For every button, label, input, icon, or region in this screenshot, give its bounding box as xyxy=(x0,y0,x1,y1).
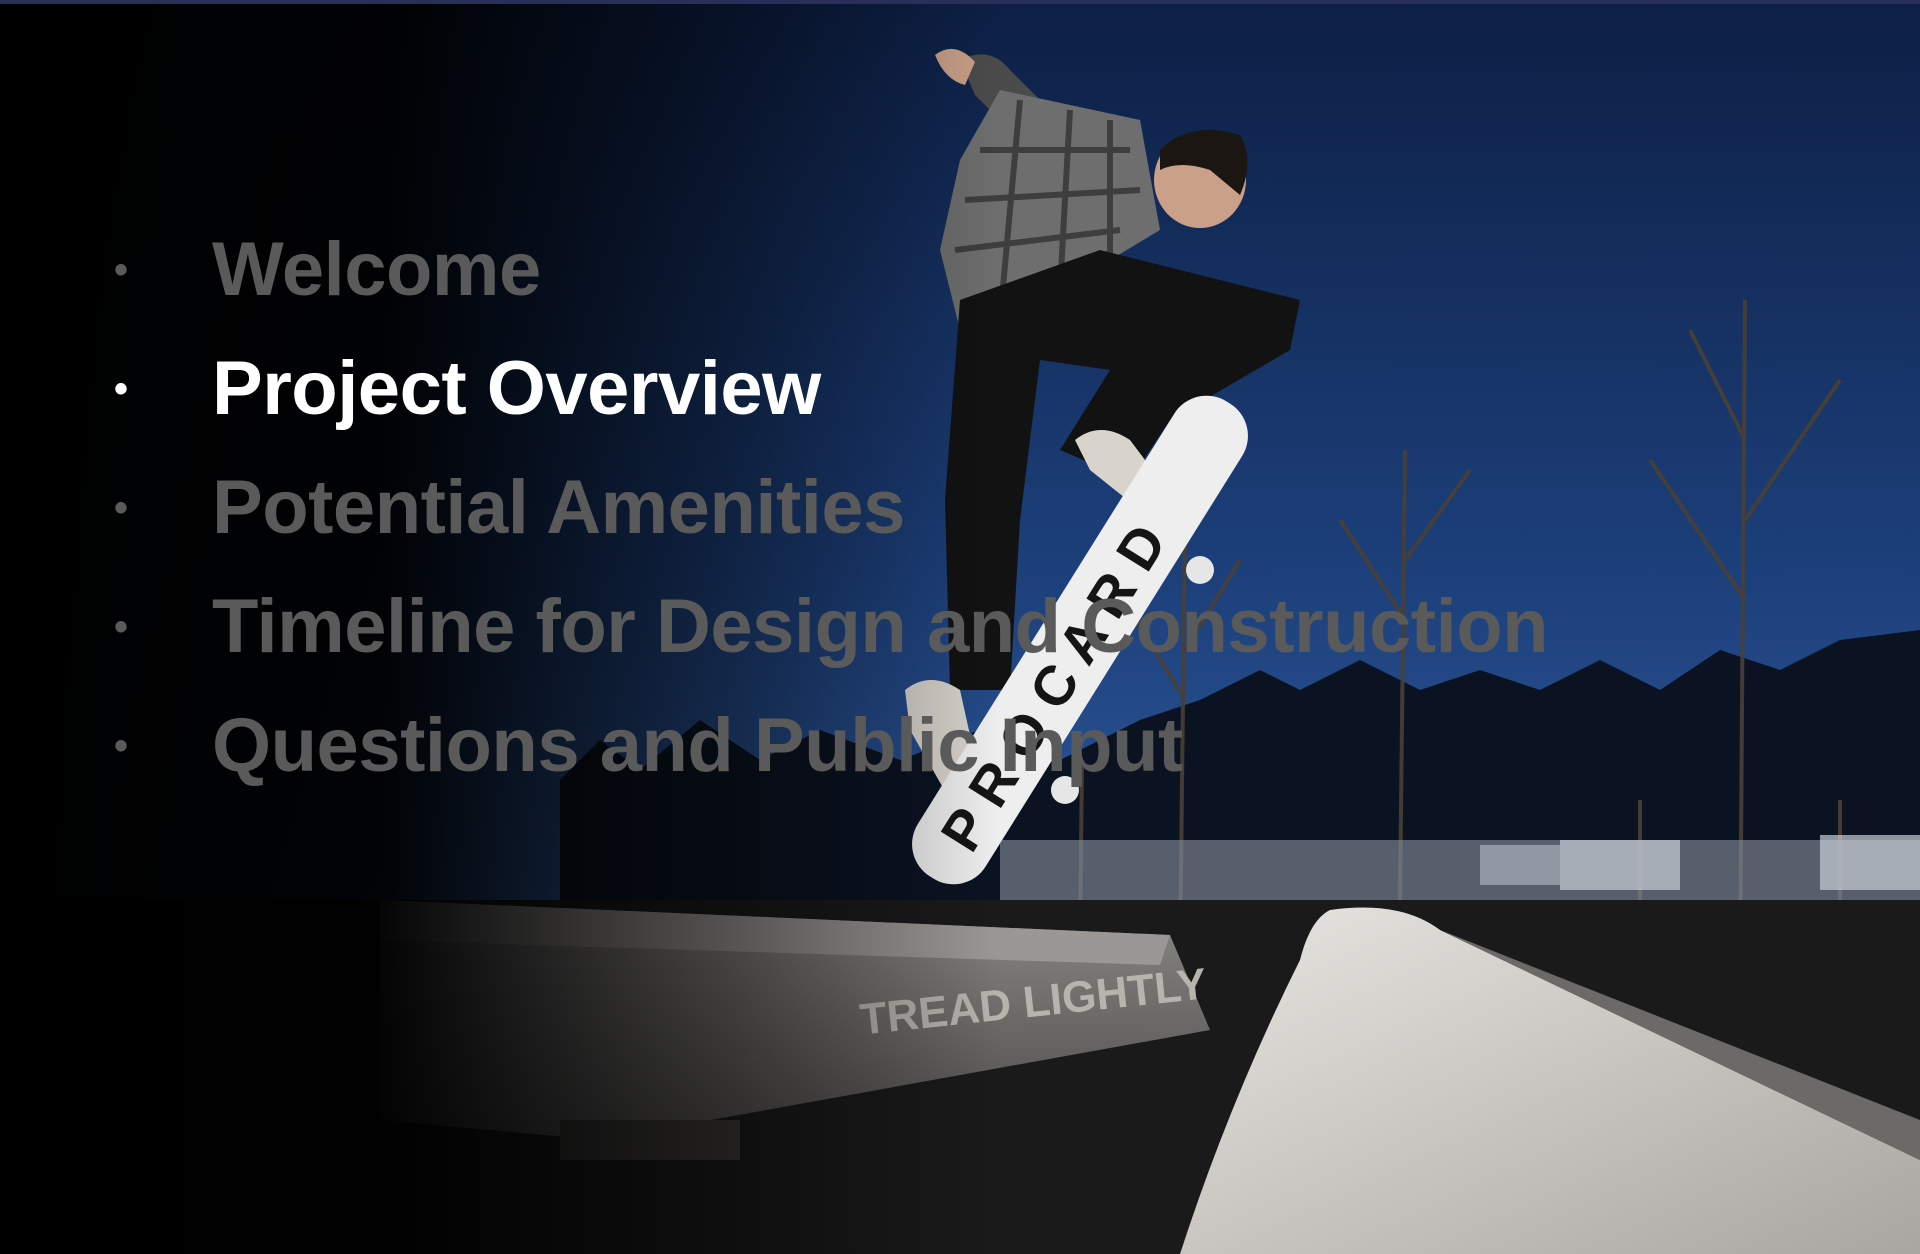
bullet-icon: • xyxy=(114,247,128,292)
bullet-icon: • xyxy=(114,485,128,530)
agenda-label: Questions and Public Input xyxy=(212,703,1183,788)
bullet-icon: • xyxy=(114,723,128,768)
agenda-label: Project Overview xyxy=(212,346,821,431)
agenda-label: Potential Amenities xyxy=(212,465,905,550)
agenda-label: Welcome xyxy=(212,227,541,312)
agenda-label: Timeline for Design and Construction xyxy=(212,584,1549,669)
bullet-icon: • xyxy=(114,366,128,411)
slide: TREAD LIGHTLY P R O C A xyxy=(0,0,1920,1254)
bullet-icon: • xyxy=(114,604,128,649)
